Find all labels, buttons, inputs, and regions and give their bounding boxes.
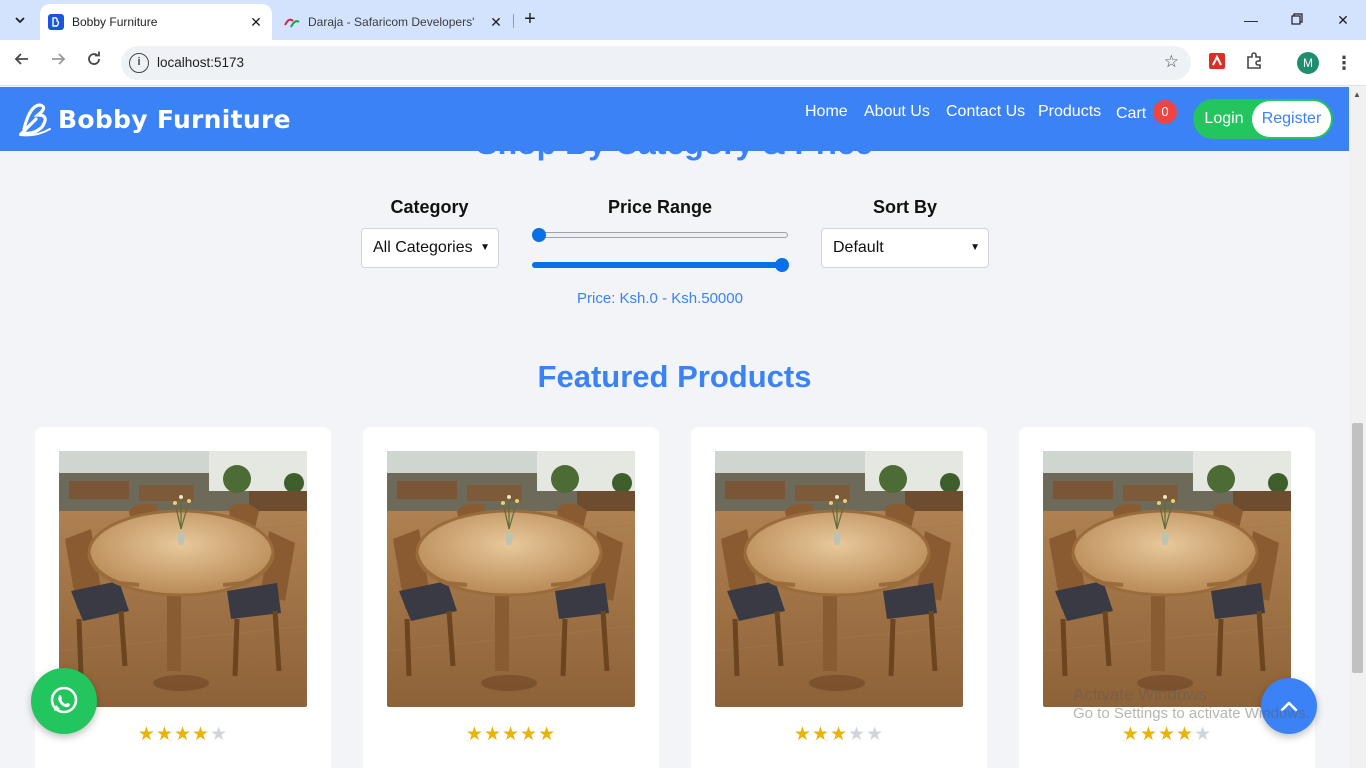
minimize-icon[interactable]: — xyxy=(1236,8,1266,32)
sort-selected-value: Default xyxy=(833,239,884,256)
price-range-label: Price Range xyxy=(607,197,713,217)
new-tab-plus-icon[interactable]: + xyxy=(518,8,542,32)
nav-products[interactable]: Products xyxy=(1038,103,1101,121)
whatsapp-button[interactable] xyxy=(31,668,97,734)
browser-menu-icon[interactable]: ⋮ xyxy=(1334,50,1354,76)
forward-arrow-icon[interactable] xyxy=(45,50,71,76)
page-viewport: Shop By Category & Price Bobby Furniture… xyxy=(0,87,1349,768)
tab-bobby-furniture[interactable]: Bobby Furniture ✕ xyxy=(40,4,272,40)
star-filled-icon: ★ xyxy=(829,724,849,745)
star-filled-icon: ★ xyxy=(192,724,211,745)
star-empty-icon: ★ xyxy=(1194,724,1213,745)
product-card[interactable]: ★★★★★ xyxy=(691,427,987,768)
reload-icon[interactable] xyxy=(81,50,107,76)
star-empty-icon: ★ xyxy=(866,724,885,745)
safaricom-favicon-icon xyxy=(284,14,300,30)
star-filled-icon: ★ xyxy=(173,724,193,745)
star-filled-icon: ★ xyxy=(1157,724,1177,745)
restore-icon[interactable] xyxy=(1282,8,1312,32)
login-button[interactable]: Login xyxy=(1193,99,1255,139)
brand-logo-icon xyxy=(18,103,51,137)
nav-contact[interactable]: Contact Us xyxy=(946,103,1025,121)
star-filled-icon: ★ xyxy=(465,724,484,745)
chevron-down-icon: ▼ xyxy=(480,242,490,253)
price-max-slider[interactable] xyxy=(532,258,789,272)
star-filled-icon: ★ xyxy=(520,724,539,745)
star-filled-icon: ★ xyxy=(1176,724,1195,745)
scroll-up-arrow-icon[interactable]: ▲ xyxy=(1353,90,1361,99)
address-bar[interactable]: i localhost:5173 ☆ xyxy=(121,46,1191,80)
featured-products-title: Featured Products xyxy=(537,359,812,394)
extensions-puzzle-icon[interactable] xyxy=(1245,52,1265,72)
nav-cart[interactable]: Cart xyxy=(1116,105,1146,123)
tab-daraja[interactable]: Daraja - Safaricom Developers' ✕ xyxy=(276,4,512,40)
product-image[interactable] xyxy=(387,451,635,707)
star-filled-icon: ★ xyxy=(155,724,174,745)
category-selected-value: All Categories xyxy=(373,239,473,256)
scrollbar-thumb[interactable] xyxy=(1352,423,1363,673)
windows-activation-watermark: Activate Windows Go to Settings to activ… xyxy=(1073,685,1310,722)
url-text[interactable]: localhost:5173 xyxy=(157,55,244,70)
product-card[interactable]: ★★★★★ xyxy=(363,427,659,768)
product-image[interactable] xyxy=(715,451,963,707)
dining-table-photo xyxy=(715,451,963,707)
star-filled-icon: ★ xyxy=(538,724,557,745)
product-image[interactable] xyxy=(1043,451,1291,707)
product-rating: ★★★★★ xyxy=(363,723,659,746)
star-empty-icon: ★ xyxy=(848,724,867,745)
star-filled-icon: ★ xyxy=(811,724,830,745)
bookmark-star-icon[interactable]: ☆ xyxy=(1164,52,1179,72)
price-max-thumb[interactable] xyxy=(775,258,789,272)
brand[interactable]: Bobby Furniture xyxy=(16,99,291,139)
dining-table-photo xyxy=(1043,451,1291,707)
close-window-icon[interactable]: ✕ xyxy=(1328,8,1358,32)
star-filled-icon: ★ xyxy=(793,724,812,745)
close-icon[interactable]: ✕ xyxy=(484,14,508,31)
watermark-line1: Activate Windows xyxy=(1073,685,1208,704)
back-arrow-icon[interactable] xyxy=(9,50,35,76)
cart-count-badge: 0 xyxy=(1153,100,1177,124)
register-button[interactable]: Register xyxy=(1252,101,1331,137)
chevron-down-icon xyxy=(15,17,25,24)
price-range-text: Price: Ksh.0 - Ksh.50000 xyxy=(577,290,743,307)
tab-title: Daraja - Safaricom Developers' xyxy=(308,15,475,29)
star-filled-icon: ★ xyxy=(483,724,502,745)
price-min-slider[interactable] xyxy=(532,228,788,242)
page-scrollbar[interactable]: ▲ xyxy=(1349,87,1366,768)
browser-toolbar: i localhost:5173 ☆ M ⋮ xyxy=(0,40,1366,86)
extension-red-icon[interactable] xyxy=(1208,52,1228,72)
category-select[interactable]: All Categories ▼ xyxy=(361,228,499,268)
price-min-thumb[interactable] xyxy=(532,228,546,242)
star-empty-icon: ★ xyxy=(210,724,229,745)
auth-buttons: Login Register xyxy=(1193,99,1333,139)
tab-title: Bobby Furniture xyxy=(72,15,158,29)
product-rating: ★★★★★ xyxy=(691,723,987,746)
dining-table-photo xyxy=(387,451,635,707)
nav-about[interactable]: About Us xyxy=(864,103,930,121)
brand-name: Bobby Furniture xyxy=(58,104,291,134)
nav-home[interactable]: Home xyxy=(805,103,848,121)
category-label: Category xyxy=(390,197,469,217)
bobby-favicon-icon xyxy=(48,14,64,30)
browser-tab-strip: Bobby Furniture ✕ Daraja - Safaricom Dev… xyxy=(0,0,1366,40)
profile-avatar[interactable]: M xyxy=(1297,52,1319,74)
whatsapp-icon xyxy=(50,686,78,714)
tab-search-button[interactable] xyxy=(6,8,34,32)
star-filled-icon: ★ xyxy=(1139,724,1158,745)
chevron-down-icon: ▼ xyxy=(970,242,980,253)
site-navbar: Bobby Furniture Home About Us Contact Us… xyxy=(0,87,1349,151)
close-icon[interactable]: ✕ xyxy=(244,14,268,31)
watermark-line2: Go to Settings to activate Windows. xyxy=(1073,705,1310,722)
sort-select[interactable]: Default ▼ xyxy=(821,228,989,268)
star-filled-icon: ★ xyxy=(1121,724,1140,745)
star-filled-icon: ★ xyxy=(137,724,156,745)
star-filled-icon: ★ xyxy=(501,724,521,745)
sort-by-label: Sort By xyxy=(872,197,937,217)
tab-separator xyxy=(513,14,514,28)
site-info-icon[interactable]: i xyxy=(129,53,149,73)
